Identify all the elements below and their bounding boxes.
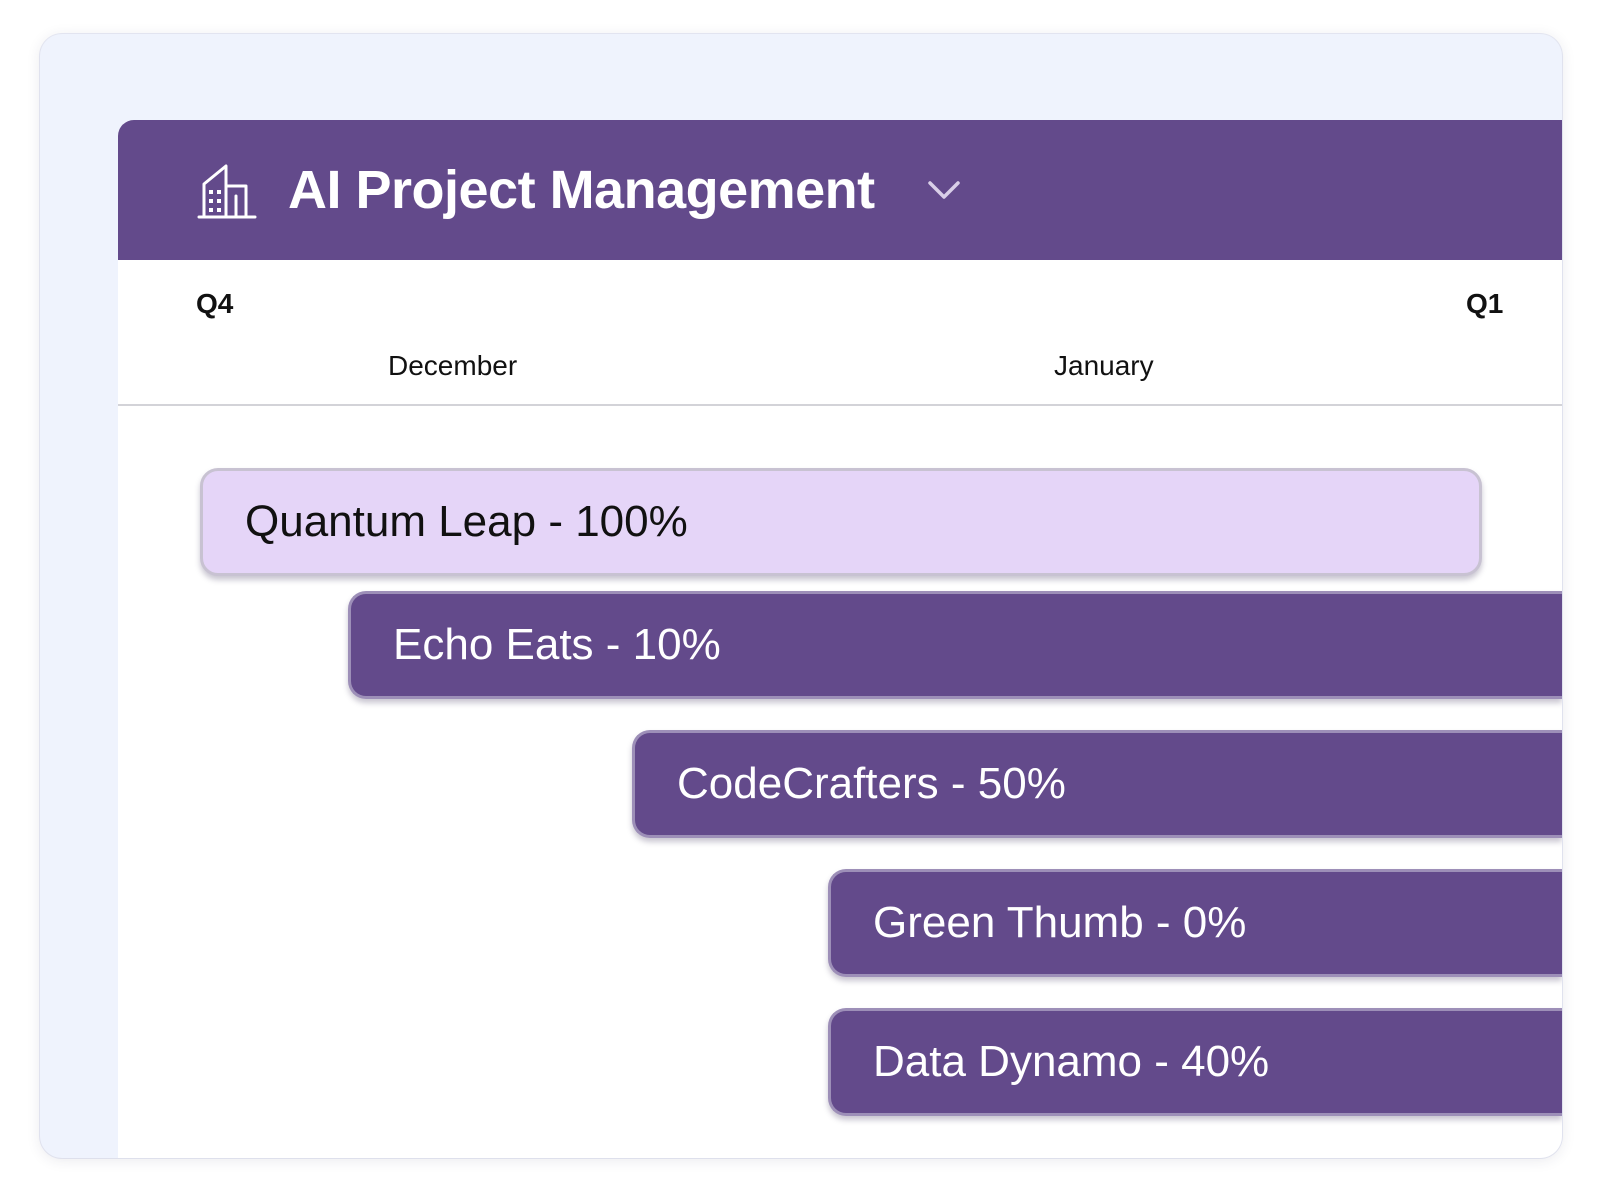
project-bar-label: Quantum Leap - 100% [245,497,688,546]
project-bar-label: Green Thumb - 0% [873,898,1247,947]
quarter-label-q4: Q4 [196,288,234,319]
project-bar-codecrafters[interactable]: CodeCrafters - 50% [632,730,1562,838]
month-label-january: January [1054,350,1154,381]
app-header: AI Project Management [118,120,1562,260]
project-bar-quantum-leap[interactable]: Quantum Leap - 100% [200,468,1482,576]
quarter-label-q1: Q1 [1466,288,1504,319]
project-bar-data-dynamo[interactable]: Data Dynamo - 40% [828,1008,1562,1116]
project-bar-green-thumb[interactable]: Green Thumb - 0% [828,869,1562,977]
project-bar-echo-eats[interactable]: Echo Eats - 10% [348,591,1562,699]
project-bar-label: CodeCrafters - 50% [677,759,1066,808]
chevron-down-icon[interactable] [926,178,962,202]
timeline-scale: Q4 Q1 December January [118,260,1562,406]
project-bar-label: Echo Eats - 10% [393,620,721,669]
timeline-panel: AI Project Management Q4 Q1 December Jan… [118,120,1562,1158]
month-label-december: December [388,350,518,381]
app-title: AI Project Management [288,160,875,220]
building-icon [197,164,257,219]
app-window: AI Project Management Q4 Q1 December Jan… [40,34,1562,1158]
project-bar-label: Data Dynamo - 40% [873,1037,1270,1086]
